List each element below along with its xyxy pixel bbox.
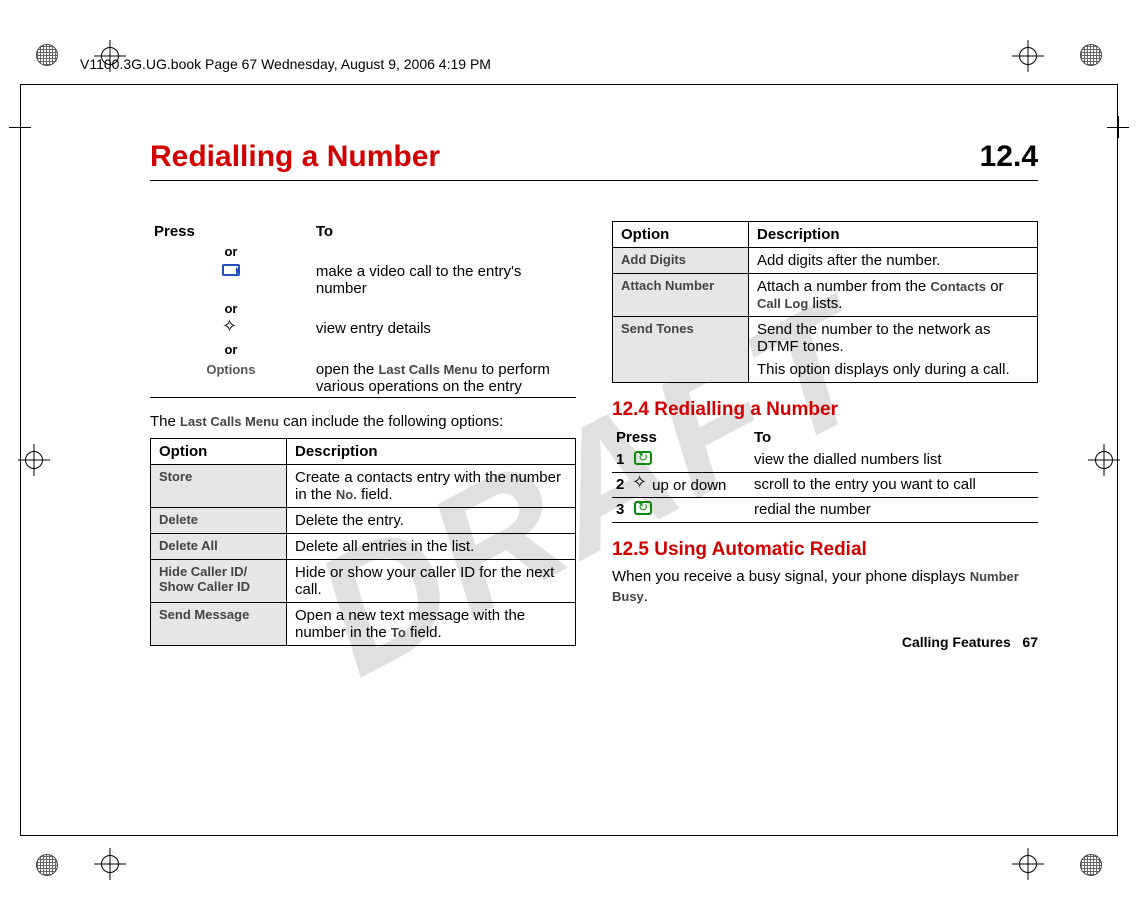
options-softkey: Options: [150, 359, 312, 398]
nav-key-icon: [634, 476, 648, 490]
table-row: Send Tones Send the number to the networ…: [613, 317, 1038, 383]
press-desc: view entry details: [312, 318, 576, 340]
table-row: 2 up or down scroll to the entry you wan…: [612, 473, 1038, 498]
registration-mark-icon: [94, 848, 126, 880]
option-header: Option: [151, 439, 287, 465]
table-row: Attach Number Attach a number from the C…: [613, 274, 1038, 317]
press-header: Press: [150, 221, 312, 242]
table-row: 3 redial the number: [612, 498, 1038, 523]
printer-mark-icon: [36, 854, 58, 876]
table-row: Hide Caller ID/Show Caller ID Hide or sh…: [151, 560, 576, 603]
or-label: or: [150, 242, 312, 261]
registration-mark-icon: [1012, 40, 1044, 72]
video-key-icon: [150, 261, 312, 299]
section-heading-125: 12.5 Using Automatic Redial: [612, 539, 1038, 561]
intro-text: The Last Calls Menu can include the foll…: [150, 412, 576, 432]
left-column: Press To or make a video call to the ent…: [150, 221, 576, 646]
to-header: To: [750, 427, 1038, 448]
send-key-icon: [634, 451, 652, 465]
registration-mark-icon: [1012, 848, 1044, 880]
redial-steps-table: Press To 1 view the dialled numbers list…: [612, 427, 1038, 523]
send-key-icon: [634, 501, 652, 515]
frame-header: V1100.3G.UG.book Page 67 Wednesday, Augu…: [80, 56, 491, 72]
table-row: Delete All Delete all entries in the lis…: [151, 534, 576, 560]
right-column: Option Description Add Digits Add digits…: [612, 221, 1038, 646]
press-to-table: Press To or make a video call to the ent…: [150, 221, 576, 398]
section-heading-124: 12.4 Redialling a Number: [612, 399, 1038, 421]
description-header: Description: [749, 222, 1038, 248]
table-row: Send Message Open a new text message wit…: [151, 603, 576, 646]
or-label: or: [150, 340, 312, 359]
printer-mark-icon: [1080, 44, 1102, 66]
chapter-number: 12.4: [980, 140, 1038, 174]
press-desc: open the Last Calls Menu to perform vari…: [312, 359, 576, 398]
chapter-title: Redialling a Number: [150, 140, 440, 174]
options-table-right: Option Description Add Digits Add digits…: [612, 221, 1038, 383]
table-row: Store Create a contacts entry with the n…: [151, 465, 576, 508]
table-row: 1 view the dialled numbers list: [612, 448, 1038, 473]
option-header: Option: [613, 222, 749, 248]
table-row: Delete Delete the entry.: [151, 508, 576, 534]
to-header: To: [312, 221, 576, 242]
press-header: Press: [612, 427, 750, 448]
printer-mark-icon: [1080, 854, 1102, 876]
options-table-left: Option Description Store Create a contac…: [150, 438, 576, 646]
printer-mark-icon: [36, 44, 58, 66]
description-header: Description: [287, 439, 576, 465]
press-desc: make a video call to the entry's number: [312, 261, 576, 299]
busy-text: When you receive a busy signal, your pho…: [612, 567, 1038, 608]
nav-key-icon: [150, 318, 312, 340]
chapter-header: Redialling a Number 12.4: [150, 140, 1038, 181]
page-footer: Calling Features 67: [902, 634, 1038, 650]
table-row: Add Digits Add digits after the number.: [613, 248, 1038, 274]
